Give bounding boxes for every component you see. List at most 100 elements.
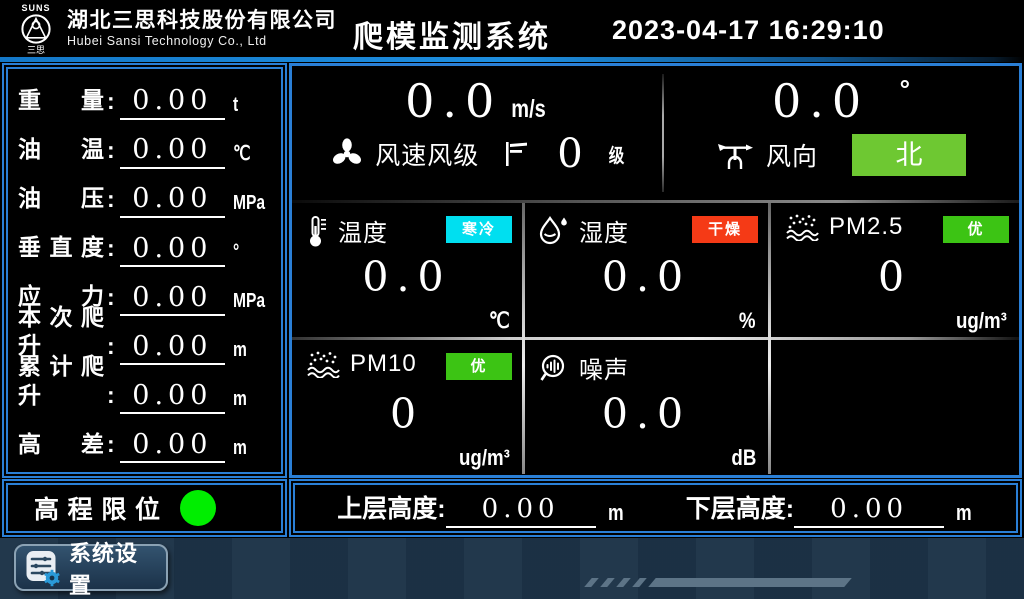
- wind-level-icon: [503, 139, 531, 169]
- metric-value: 0.00: [120, 282, 225, 316]
- metric-colon: :: [107, 284, 115, 311]
- wind-speed-value: 0.0: [405, 74, 502, 128]
- wind-direction-unit: °: [900, 74, 910, 105]
- metric-colon: :: [107, 137, 115, 164]
- dust-icon: [785, 213, 819, 241]
- upper-height-group: 上层高度: 0.00 m: [337, 489, 625, 528]
- metric-row-oil-temp: 油温: 0.00 ℃: [18, 125, 275, 169]
- dust-icon: [306, 350, 340, 378]
- metric-colon: :: [107, 333, 115, 360]
- sensor-card-temperature: 温度 寒冷 0.0 ℃: [292, 203, 522, 337]
- company-logo: SUNS 三思: [10, 3, 62, 55]
- wind-level-unit: 级: [608, 141, 624, 168]
- sensor-card-noise: 噪声 0.0 dB: [525, 340, 768, 474]
- sensor-head: PM2.5: [785, 213, 903, 241]
- datetime-display: 2023-04-17 16:29:10: [612, 15, 885, 46]
- status-badge-dry: 干燥: [692, 216, 758, 243]
- metric-label: 累计爬升: [18, 352, 104, 415]
- company-name: 湖北三思科技股份有限公司 Hubei Sansi Technology Co.,…: [67, 8, 337, 49]
- fan-icon: [329, 136, 365, 172]
- metric-unit: ℃: [233, 141, 266, 169]
- sliders-gear-icon: [25, 549, 61, 587]
- sensor-value: 0.0: [525, 390, 768, 438]
- thermometer-icon: [306, 214, 328, 248]
- wind-vane-icon: [716, 139, 756, 171]
- metric-value: 0.00: [120, 183, 225, 217]
- status-badge-cold: 寒冷: [446, 216, 512, 243]
- noise-icon: [539, 353, 569, 383]
- wind-speed-label: 风速风级: [375, 136, 479, 172]
- metric-value: 0.00: [120, 134, 225, 168]
- metric-colon: :: [107, 235, 115, 262]
- sensor-label: 温度: [338, 213, 388, 248]
- header-accent-line: [0, 57, 1024, 62]
- metric-label: 油温: [18, 135, 104, 169]
- status-badge-good: 优: [446, 353, 512, 380]
- wind-direction-label: 风向: [766, 137, 818, 173]
- metrics-panel: 重量: 0.00 t 油温: 0.00 ℃ 油压: 0.00 MPa 垂直度: …: [2, 63, 287, 478]
- sensor-card-pm10: PM10 优 0 ug/m³: [292, 340, 522, 474]
- wind-speed-sub: 风速风级 0 级: [292, 134, 663, 174]
- header: SUNS 三思 湖北三思科技股份有限公司 Hubei Sansi Technol…: [0, 0, 1024, 57]
- footer-stripe: [584, 578, 599, 587]
- sensor-head: 温度: [306, 213, 388, 248]
- metric-row-total-climb: 累计爬升: 0.00 m: [18, 370, 275, 414]
- metric-unit: m: [233, 437, 266, 463]
- metric-unit: MPa: [233, 290, 266, 316]
- sensor-card-humidity: 湿度 干燥 0.0 %: [525, 203, 768, 337]
- metric-unit: MPa: [233, 192, 266, 218]
- wind-level-value: 0: [557, 134, 582, 174]
- lower-height-value: 0.00: [794, 494, 944, 527]
- metric-colon: :: [107, 88, 115, 115]
- metric-value: 0.00: [120, 331, 225, 365]
- sensor-value: 0: [771, 253, 1019, 301]
- elevation-limit-label: 高程限位: [34, 490, 160, 526]
- upper-height-value: 0.00: [446, 494, 596, 527]
- sensor-card-pm25: PM2.5 优 0 ug/m³: [771, 203, 1019, 337]
- sensor-value: 0.0: [525, 253, 768, 301]
- sensor-unit: ug/m³: [956, 308, 1007, 334]
- logo-cn-text: 三思: [27, 45, 45, 55]
- sensor-head: PM10: [306, 350, 417, 378]
- lower-height-unit: m: [956, 500, 972, 528]
- metric-label: 垂直度: [18, 233, 104, 267]
- footer-stripe: [600, 578, 615, 587]
- sensor-label: 噪声: [579, 350, 629, 385]
- status-light-green: [180, 490, 216, 526]
- metric-colon: :: [107, 186, 115, 213]
- lower-height-label: 下层高度:: [686, 489, 794, 528]
- metric-unit: °: [233, 241, 266, 267]
- droplet-icon: [539, 215, 569, 247]
- sensor-value: 0.0: [292, 253, 522, 301]
- metric-value: 0.00: [120, 429, 225, 463]
- wind-speed-card: 0.0 m/s 风速风级: [292, 66, 663, 200]
- logo-suns-text: SUNS: [21, 3, 50, 13]
- system-settings-button[interactable]: 系统设置: [14, 544, 168, 591]
- metric-label: 重量: [18, 86, 104, 120]
- sensor-label: PM10: [350, 350, 417, 378]
- sensor-unit: ℃: [489, 308, 510, 334]
- metric-row-weight: 重量: 0.00 t: [18, 76, 275, 120]
- metric-value: 0.00: [120, 85, 225, 119]
- metric-unit: t: [233, 94, 266, 120]
- metric-colon: :: [107, 431, 115, 458]
- metric-row-height-diff: 高差: 0.00 m: [18, 419, 275, 463]
- sensor-unit: %: [739, 308, 756, 334]
- environment-panel: 0.0 m/s 风速风级: [289, 63, 1022, 478]
- footer-bar: 系统设置: [0, 538, 1024, 599]
- wind-direction-card: 0.0 ° 风向 北: [663, 66, 1019, 200]
- metric-row-oil-pressure: 油压: 0.00 MPa: [18, 174, 275, 218]
- wind-direction-reading: 0.0 °: [663, 74, 1019, 128]
- footer-stripe: [616, 578, 631, 587]
- sensor-value: 0: [292, 390, 522, 438]
- wind-speed-reading: 0.0 m/s: [292, 74, 663, 128]
- suns-triangle-logo-icon: [20, 13, 52, 45]
- metric-unit: m: [233, 388, 266, 414]
- status-badge-good: 优: [943, 216, 1009, 243]
- wind-direction-sub: 风向 北: [663, 134, 1019, 176]
- sensor-label: 湿度: [579, 213, 629, 248]
- lower-height-group: 下层高度: 0.00 m: [686, 489, 974, 528]
- company-name-cn: 湖北三思科技股份有限公司: [67, 8, 337, 33]
- wind-direction-value: 0.0: [772, 74, 869, 128]
- wind-speed-unit: m/s: [511, 95, 545, 124]
